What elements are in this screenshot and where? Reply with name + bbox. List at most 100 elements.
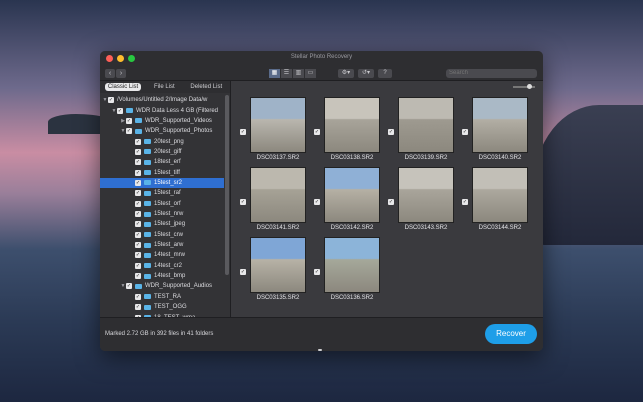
checkbox[interactable]: ✓ bbox=[388, 199, 394, 205]
checkbox[interactable]: ✓ bbox=[135, 211, 141, 218]
tree-row[interactable]: ✓ 15test_nrw bbox=[100, 209, 224, 219]
search-input[interactable] bbox=[446, 69, 537, 78]
thumbnail-tile[interactable]: ✓ DSC03135.SR2 bbox=[240, 237, 306, 305]
checkbox[interactable]: ✓ bbox=[240, 269, 246, 275]
tree-row[interactable]: ✓ 14test_mrw bbox=[100, 250, 224, 260]
file-name: DSC03137.SR2 bbox=[256, 155, 300, 161]
folder-icon bbox=[144, 263, 151, 269]
photo-thumbnail[interactable] bbox=[250, 97, 306, 153]
checkbox[interactable]: ✓ bbox=[135, 221, 141, 228]
photo-thumbnail[interactable] bbox=[250, 167, 306, 223]
checkbox[interactable]: ✓ bbox=[240, 129, 246, 135]
folder-icon bbox=[144, 221, 151, 227]
checkbox[interactable]: ✓ bbox=[135, 169, 141, 176]
tree-row[interactable]: ▼ ✓ WDR Data Less 4 GB (Filtered bbox=[100, 105, 224, 115]
checkbox[interactable]: ✓ bbox=[126, 128, 132, 135]
help-icon[interactable]: ? bbox=[378, 69, 392, 78]
checkbox[interactable]: ✓ bbox=[135, 200, 141, 207]
tree-row[interactable]: ✓ 14test_bmp bbox=[100, 271, 224, 281]
photo-thumbnail[interactable] bbox=[398, 167, 454, 223]
photo-thumbnail[interactable] bbox=[324, 97, 380, 153]
thumbnail-tile[interactable]: ✓ DSC03137.SR2 bbox=[240, 97, 306, 165]
gear-icon[interactable]: ⚙▾ bbox=[338, 69, 354, 78]
folder-icon bbox=[144, 242, 151, 248]
status-text: Marked 2.72 GB in 392 files in 41 folder… bbox=[105, 331, 214, 337]
thumbnail-tile[interactable]: ✓ DSC03140.SR2 bbox=[462, 97, 528, 165]
tree-row[interactable]: ✓ 15test_raf bbox=[100, 188, 224, 198]
tree-row[interactable]: ✓ 15test_sr2 bbox=[100, 177, 224, 189]
coverflow-view-icon[interactable]: ▭ bbox=[305, 69, 316, 78]
tree-row[interactable]: ✓ TEST_OGG bbox=[100, 302, 224, 312]
tab-deleted-list[interactable]: Deleted List bbox=[187, 83, 225, 91]
tree-row[interactable]: ✓ 20test_giff bbox=[100, 147, 224, 157]
file-name: DSC03142.SR2 bbox=[330, 225, 374, 231]
photo-thumbnail[interactable] bbox=[472, 97, 528, 153]
chevron-left-icon[interactable]: ‹ bbox=[105, 69, 115, 78]
checkbox[interactable]: ✓ bbox=[462, 129, 468, 135]
tree-row[interactable]: ✓ TEST_RA bbox=[100, 292, 224, 302]
tree-row[interactable]: ✓ 20test_png bbox=[100, 136, 224, 146]
checkbox[interactable]: ✓ bbox=[135, 273, 141, 280]
checkbox[interactable]: ✓ bbox=[126, 283, 132, 290]
zoom-slider[interactable] bbox=[513, 84, 535, 89]
checkbox[interactable]: ✓ bbox=[135, 159, 141, 166]
history-icon[interactable]: ↺▾ bbox=[358, 69, 374, 78]
photo-thumbnail[interactable] bbox=[472, 167, 528, 223]
checkbox[interactable]: ✓ bbox=[135, 190, 141, 197]
thumbnail-tile[interactable]: ✓ DSC03143.SR2 bbox=[388, 167, 454, 235]
checkbox[interactable]: ✓ bbox=[135, 138, 141, 145]
checkbox[interactable]: ✓ bbox=[135, 148, 141, 155]
photo-thumbnail[interactable] bbox=[250, 237, 306, 293]
checkbox[interactable]: ✓ bbox=[135, 304, 141, 311]
file-name: DSC03140.SR2 bbox=[478, 155, 522, 161]
grid-view-icon[interactable]: ▦ bbox=[269, 69, 280, 78]
thumbnail-tile[interactable]: ✓ DSC03138.SR2 bbox=[314, 97, 380, 165]
chevron-right-icon[interactable]: › bbox=[116, 69, 126, 78]
photo-thumbnail[interactable] bbox=[324, 237, 380, 293]
column-view-icon[interactable]: ▥ bbox=[293, 69, 304, 78]
tree-row[interactable]: ✓ 15test_arw bbox=[100, 240, 224, 250]
tree-row[interactable]: ✓ 15test_orf bbox=[100, 199, 224, 209]
tab-file-list[interactable]: File List bbox=[151, 83, 178, 91]
checkbox[interactable]: ✓ bbox=[388, 129, 394, 135]
thumbnail-tile[interactable]: ✓ DSC03142.SR2 bbox=[314, 167, 380, 235]
photo-thumbnail[interactable] bbox=[398, 97, 454, 153]
list-view-icon[interactable]: ☰ bbox=[281, 69, 292, 78]
folder-tree: ▼ ✓/Volumes/Untitled 2/Image Data/w ▼ ✓ WDR … bbox=[100, 93, 230, 317]
checkbox[interactable]: ✓ bbox=[135, 262, 141, 269]
tree-row[interactable]: ✓ 18test_erf bbox=[100, 157, 224, 167]
sidebar-scrollbar[interactable] bbox=[225, 95, 229, 275]
checkbox[interactable]: ✓ bbox=[135, 293, 141, 300]
checkbox[interactable]: ✓ bbox=[240, 199, 246, 205]
checkbox[interactable]: ✓ bbox=[135, 231, 141, 238]
thumbnail-tile[interactable]: ✓ DSC03136.SR2 bbox=[314, 237, 380, 305]
thumbnail-tile[interactable]: ✓ DSC03144.SR2 bbox=[462, 167, 528, 235]
tree-row[interactable]: ▶ ✓ WDR_Supported_Videos bbox=[100, 116, 224, 126]
folder-icon bbox=[144, 190, 151, 196]
photo-thumbnail[interactable] bbox=[324, 167, 380, 223]
thumbnail-tile[interactable]: ✓ DSC03139.SR2 bbox=[388, 97, 454, 165]
tree-row[interactable]: ▼ ✓ WDR_Supported_Photos bbox=[100, 126, 224, 136]
checkbox[interactable]: ✓ bbox=[117, 107, 123, 114]
checkbox[interactable]: ✓ bbox=[314, 199, 320, 205]
tree-row[interactable]: ▼ ✓ WDR_Supported_Audios bbox=[100, 281, 224, 291]
tree-row[interactable]: ✓ 14test_cr2 bbox=[100, 261, 224, 271]
checkbox[interactable]: ✓ bbox=[126, 117, 132, 124]
checkbox[interactable]: ✓ bbox=[135, 252, 141, 259]
tree-row[interactable]: ▼ ✓/Volumes/Untitled 2/Image Data/w bbox=[100, 95, 224, 105]
zoom-slider-knob[interactable] bbox=[527, 84, 532, 89]
tree-row[interactable]: ✓ 15test_crw bbox=[100, 230, 224, 240]
tree-row[interactable]: ✓ 15test_tiff bbox=[100, 167, 224, 177]
checkbox[interactable]: ✓ bbox=[314, 129, 320, 135]
checkbox[interactable]: ✓ bbox=[314, 269, 320, 275]
window-title: Stellar Photo Recovery bbox=[290, 54, 353, 60]
file-name: DSC03141.SR2 bbox=[256, 225, 300, 231]
checkbox[interactable]: ✓ bbox=[462, 199, 468, 205]
checkbox[interactable]: ✓ bbox=[135, 179, 141, 186]
tab-classic-list[interactable]: Classic List bbox=[104, 83, 142, 91]
checkbox[interactable]: ✓ bbox=[108, 97, 114, 104]
thumbnail-tile[interactable]: ✓ DSC03141.SR2 bbox=[240, 167, 306, 235]
tree-row[interactable]: ✓ 15test_jpeg bbox=[100, 219, 224, 229]
recover-button[interactable]: Recover bbox=[485, 324, 537, 344]
checkbox[interactable]: ✓ bbox=[135, 242, 141, 249]
